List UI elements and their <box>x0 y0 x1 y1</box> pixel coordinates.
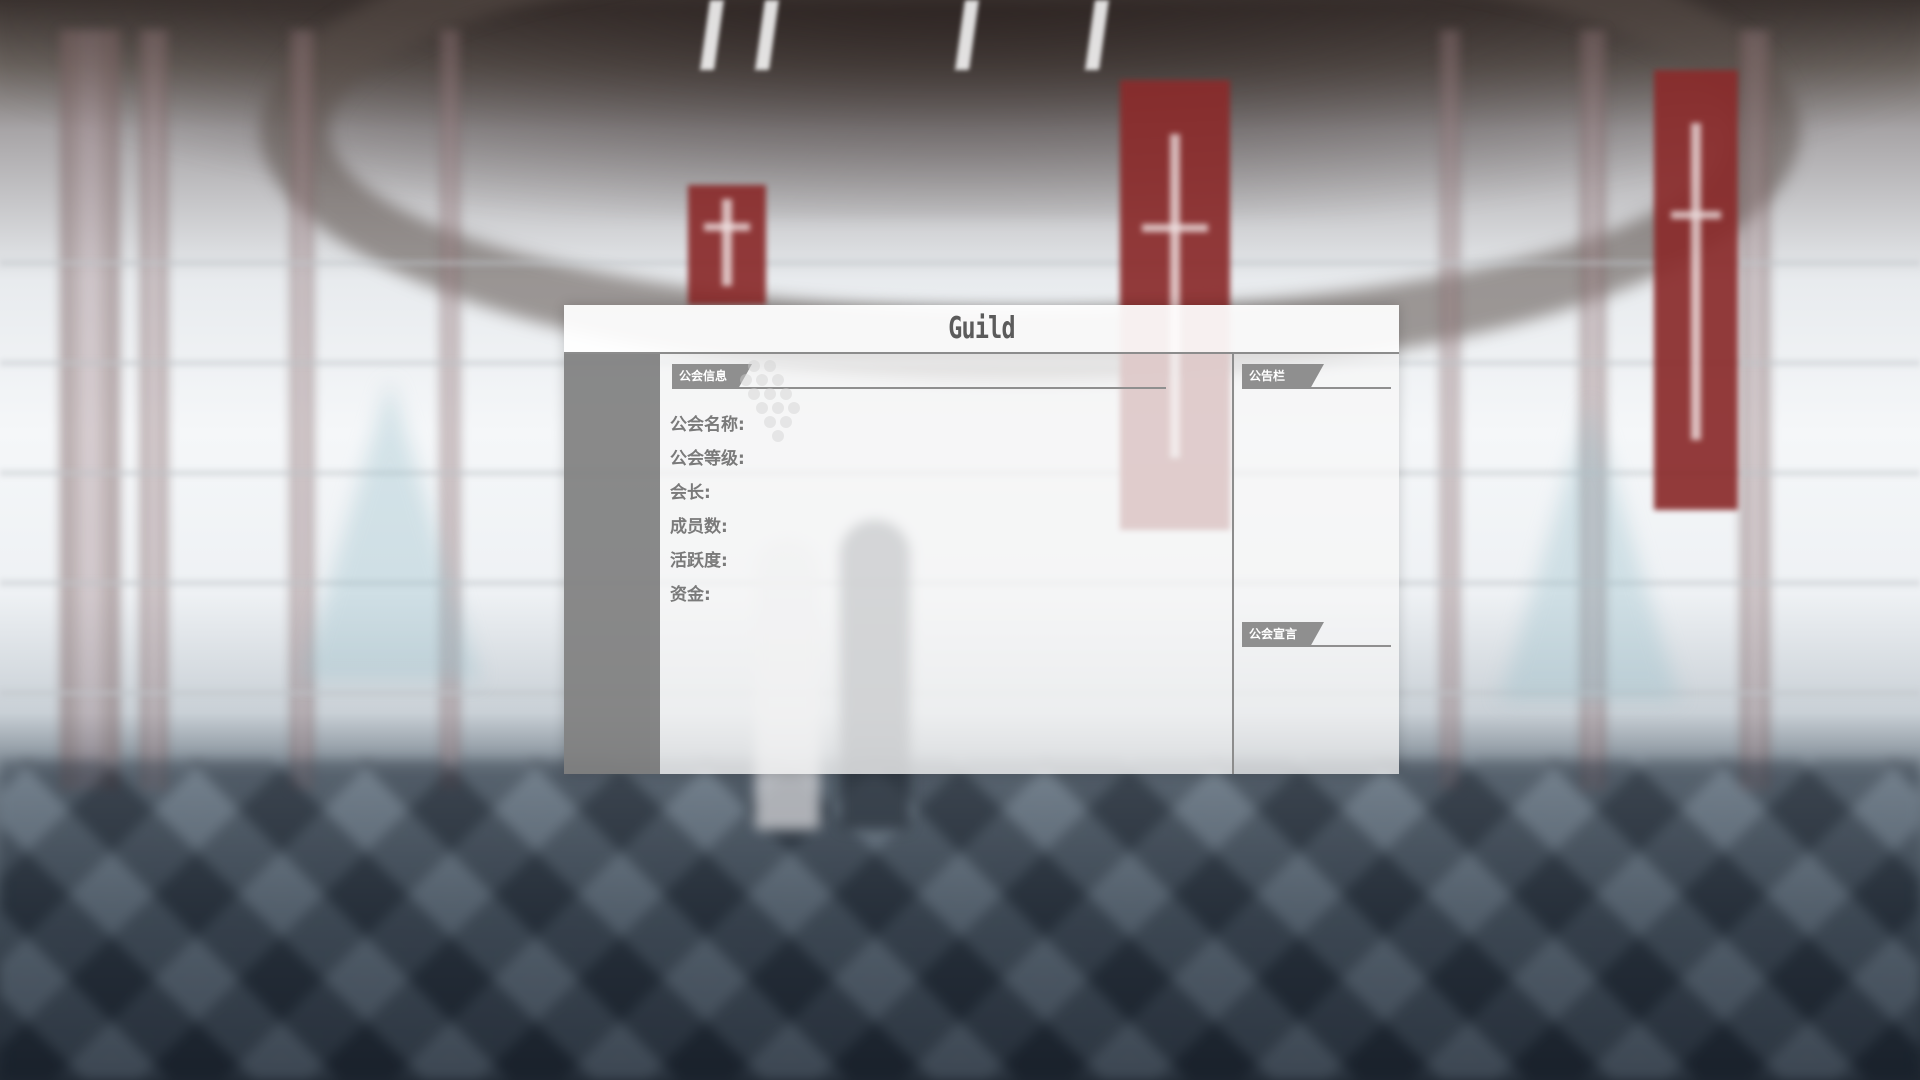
field-label: 公会等级: <box>670 449 745 469</box>
tree-silhouette <box>300 380 480 680</box>
pillar <box>140 30 168 790</box>
info-row-guild-name: 公会名称: <box>670 410 745 435</box>
section-divider <box>1242 645 1391 647</box>
hex-decoration <box>740 360 810 450</box>
bulletin-header: 公告栏 <box>1242 364 1391 389</box>
info-row-guild-leader: 会长: <box>670 478 711 503</box>
guild-banner <box>1654 70 1738 510</box>
guild-panel: Guild 公会信息 公告栏 公会宣言 <box>564 305 1399 774</box>
panel-title: Guild <box>948 311 1015 346</box>
declaration-tab: 公会宣言 <box>1242 622 1324 647</box>
field-label: 会长: <box>670 483 711 503</box>
panel-sidebar <box>564 354 660 774</box>
field-label: 成员数: <box>670 517 728 537</box>
pillar <box>1440 30 1460 790</box>
info-row-guild-level: 公会等级: <box>670 444 745 469</box>
pillar <box>1740 30 1770 790</box>
field-label: 活跃度: <box>670 551 728 571</box>
guild-info-tab: 公会信息 <box>672 364 752 389</box>
checkered-floor <box>0 760 1920 1080</box>
guild-banner <box>688 185 766 305</box>
pillar <box>60 30 120 790</box>
field-label: 资金: <box>670 585 711 605</box>
bulletin-tab: 公告栏 <box>1242 364 1324 389</box>
panel-header: Guild <box>564 305 1399 354</box>
field-label: 公会名称: <box>670 415 745 435</box>
section-divider <box>1242 387 1391 389</box>
info-row-activity: 活跃度: <box>670 546 728 571</box>
bulletin-area: 公告栏 公会宣言 <box>1234 354 1399 774</box>
declaration-header: 公会宣言 <box>1242 622 1391 647</box>
tree-silhouette <box>1500 400 1680 700</box>
info-row-funds: 资金: <box>670 580 711 605</box>
window-frame <box>0 260 1920 266</box>
info-row-member-count: 成员数: <box>670 512 728 537</box>
